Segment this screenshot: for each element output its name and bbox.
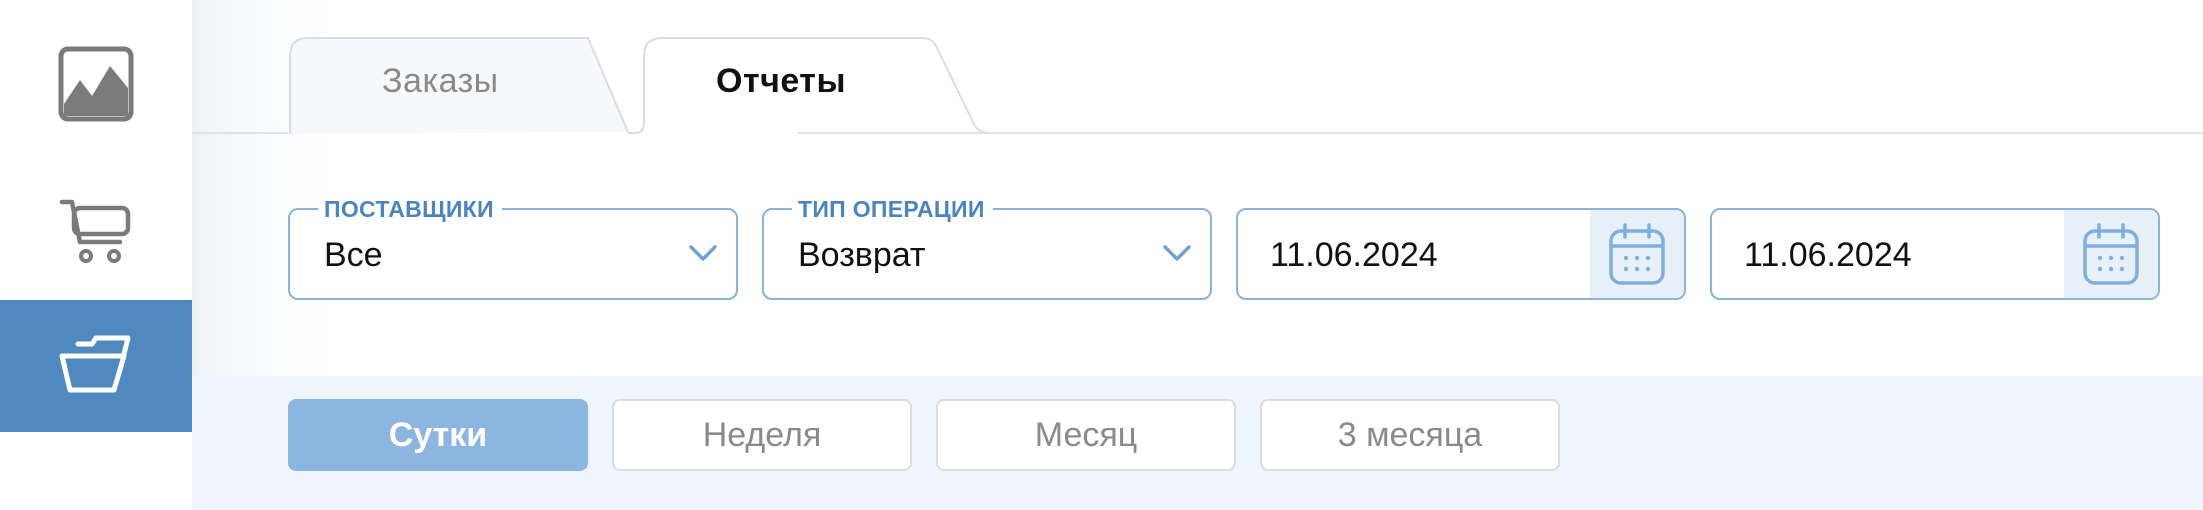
period-week-button[interactable]: Неделя — [612, 399, 912, 471]
calendar-icon — [2083, 223, 2139, 285]
tab-reports[interactable]: Отчеты — [628, 36, 990, 134]
period-day-button[interactable]: Сутки — [288, 399, 588, 471]
sidebar-item-cart[interactable] — [0, 166, 192, 298]
tab-orders-label: Заказы — [382, 62, 499, 100]
operation-type-select[interactable]: ТИП ОПЕРАЦИИ Возврат — [762, 194, 1212, 300]
date-to-calendar-button[interactable] — [2064, 210, 2158, 298]
calendar-icon — [1609, 223, 1665, 285]
cart-icon — [59, 199, 131, 263]
operation-type-value: Возврат — [798, 236, 926, 274]
period-month-button[interactable]: Месяц — [936, 399, 1236, 471]
supplier-select[interactable]: ПОСТАВЩИКИ Все — [288, 194, 738, 300]
chevron-down-icon — [689, 245, 717, 261]
tab-orders[interactable]: Заказы — [288, 36, 630, 134]
chart-icon — [58, 46, 134, 122]
supplier-label: ПОСТАВЩИКИ — [318, 194, 502, 224]
sidebar — [0, 0, 192, 510]
folder-icon — [59, 335, 131, 393]
supplier-value: Все — [324, 236, 383, 274]
tabs-divider-left — [192, 132, 288, 134]
tab-reports-label: Отчеты — [716, 62, 846, 100]
period-3months-button[interactable]: 3 месяца — [1260, 399, 1560, 471]
sidebar-item-reports[interactable] — [0, 300, 192, 432]
date-from-field[interactable]: 11.06.2024 — [1236, 208, 1686, 300]
chevron-down-icon — [1163, 245, 1191, 261]
operation-type-label: ТИП ОПЕРАЦИИ — [792, 194, 993, 224]
date-to-value: 11.06.2024 — [1744, 236, 1912, 274]
tabs-divider — [798, 132, 2203, 134]
date-from-value: 11.06.2024 — [1270, 236, 1438, 274]
sidebar-item-analytics[interactable] — [0, 18, 192, 150]
date-to-field[interactable]: 11.06.2024 — [1710, 208, 2160, 300]
date-from-calendar-button[interactable] — [1590, 210, 1684, 298]
main-content: Заказы Отчеты ПОСТАВЩИКИ Все ТИП ОПЕРАЦИ… — [192, 0, 2203, 510]
